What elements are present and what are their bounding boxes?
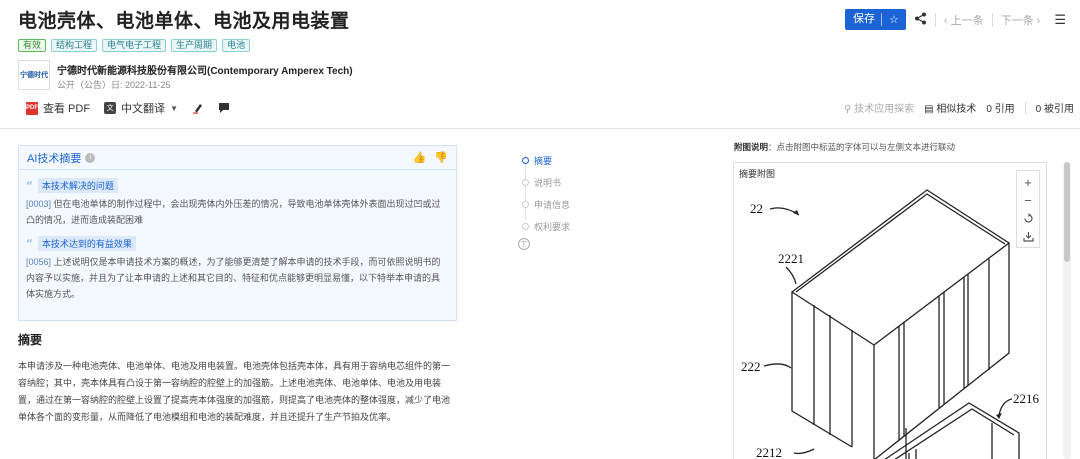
tag-item[interactable]: 电池 [222, 39, 251, 52]
ref-label-22[interactable]: 22 [750, 201, 763, 216]
company-logo: 宁德时代 [18, 60, 50, 90]
prev-button[interactable]: ‹ 上一条 [944, 12, 984, 28]
quote-icon: “ [26, 236, 33, 251]
problem-body: 但在电池单体的制作过程中，会出现壳体内外压差的情况，导致电池单体壳体外表面出现过… [26, 199, 441, 225]
next-label: 下一条 [1000, 14, 1034, 27]
share-icon[interactable] [914, 12, 927, 28]
effect-label: 本技术达到的有益效果 [37, 236, 136, 251]
toc-item-description[interactable]: 说明书 [522, 171, 570, 193]
tech-explore-label: 技术应用探索 [854, 104, 915, 115]
cited-count[interactable]: 0 引用 [986, 100, 1014, 115]
figure-scrollbar[interactable] [1063, 162, 1071, 459]
divider [991, 12, 993, 27]
explore-icon: ⚲ [843, 104, 852, 115]
ref-label-222[interactable]: 222 [741, 359, 761, 374]
rotate-icon[interactable] [1019, 210, 1037, 226]
document-actions: PDF 查看 PDF 文 中文翻译 ▼ [26, 100, 230, 116]
save-button[interactable]: 保存 ☆ [845, 9, 906, 30]
toc-dot [522, 156, 529, 164]
toc-label: 申请信息 [534, 199, 571, 210]
back-to-top-icon[interactable]: ⊤ [518, 238, 530, 250]
figure-desc-text: ：点击附图中标蓝的字体可以与左侧文本进行联动 [768, 142, 956, 152]
zoom-out-icon[interactable]: − [1019, 192, 1037, 208]
similar-tech-button[interactable]: ▤ 相似技术 [924, 100, 976, 115]
document-icon: ▤ [924, 104, 934, 115]
pdf-icon: PDF [26, 101, 38, 115]
chevron-right-icon: › [1033, 14, 1041, 27]
header-right-controls: 保存 ☆ ‹ 上一条 下一条 › ☰ [845, 9, 1066, 30]
company-name[interactable]: 宁德时代新能源科技股份有限公司(Contemporary Amperex Tec… [57, 62, 353, 77]
toc-item-abstract[interactable]: 摘要 [522, 149, 570, 171]
translate-icon: 文 [104, 102, 117, 114]
tag-status[interactable]: 有效 [18, 39, 47, 52]
ai-summary-panel: AI技术摘要 i 👍 👎 “ 本技术解决的问题 [0003] 但在电池单体的制作… [18, 145, 457, 321]
ref-label-2216[interactable]: 2216 [1013, 391, 1040, 406]
divider [1024, 100, 1026, 115]
ref-label-2221[interactable]: 2221 [778, 251, 804, 266]
tag-item[interactable]: 结构工程 [51, 39, 98, 52]
abstract-text: 本申请涉及一种电池壳体、电池单体、电池及用电装置。电池壳体包括壳本体，具有用于容… [18, 361, 451, 422]
related-actions: ⚲ 技术应用探索 ▤ 相似技术 0 引用 0 被引用 [844, 100, 1074, 115]
cited-by-count[interactable]: 0 被引用 [1036, 100, 1074, 115]
toc-dot [522, 178, 529, 186]
patent-drawing: 22 2221 222 2216 2212 [741, 189, 1040, 459]
toc-item-application-info[interactable]: 申请信息 [522, 193, 570, 215]
effect-text: [0056] 上述说明仅是本申请技术方案的概述，为了能够更清楚了解本申请的技术手… [26, 254, 446, 302]
similar-tech-label: 相似技术 [936, 104, 977, 115]
comment-icon[interactable] [218, 102, 230, 114]
zoom-in-icon[interactable]: + [1019, 174, 1037, 190]
toc-label: 权利要求 [534, 221, 571, 232]
star-icon[interactable]: ☆ [882, 13, 906, 26]
figure-label: 摘要附图 [739, 169, 776, 179]
feedback-controls: 👍 👎 [413, 151, 448, 164]
patent-title: 电池壳体、电池单体、电池及用电装置 [18, 11, 350, 32]
quote-icon: “ [26, 178, 33, 193]
tag-item[interactable]: 电气电子工程 [102, 39, 167, 52]
view-pdf-button[interactable]: PDF 查看 PDF [26, 100, 90, 116]
save-label: 保存 [845, 13, 882, 26]
list-menu-icon[interactable]: ☰ [1054, 12, 1066, 28]
highlighter-icon[interactable] [192, 102, 204, 114]
chevron-left-icon: ‹ [943, 14, 951, 27]
problem-text: [0003] 但在电池单体的制作过程中，会出现壳体内外压差的情况，导致电池单体壳… [26, 196, 446, 228]
publication-date: 公开（公告）日: 2022-11-25 [57, 80, 171, 90]
table-of-contents: 摘要 说明书 申请信息 权利要求 [522, 149, 570, 237]
effect-body: 上述说明仅是本申请技术方案的概述，为了能够更清楚了解本申请的技术手段，而可依照说… [26, 257, 441, 299]
figure-viewer[interactable]: 22 2221 222 2216 2212 摘要附图 + − [733, 162, 1047, 459]
thumbs-up-icon[interactable]: 👍 [413, 151, 427, 164]
ai-summary-body: “ 本技术解决的问题 [0003] 但在电池单体的制作过程中，会出现壳体内外压差… [19, 170, 456, 302]
header-divider [0, 128, 1080, 129]
info-icon[interactable]: i [85, 152, 96, 163]
translate-dropdown[interactable]: 文 中文翻译 ▼ [104, 100, 178, 116]
scrollbar-thumb[interactable] [1064, 162, 1070, 262]
problem-label: 本技术解决的问题 [37, 178, 118, 193]
toc-dot [522, 200, 529, 208]
caret-down-icon: ▼ [170, 103, 178, 113]
problem-ref[interactable]: [0003] [26, 199, 51, 209]
toc-label: 摘要 [534, 155, 553, 166]
divider [934, 12, 936, 27]
view-pdf-label: 查看 PDF [43, 103, 91, 115]
effect-heading: “ 本技术达到的有益效果 [26, 236, 446, 251]
zoom-toolbar: + − [1016, 170, 1040, 248]
effect-ref[interactable]: [0056] [26, 257, 51, 267]
translate-label: 中文翻译 [121, 103, 166, 115]
thumbs-down-icon[interactable]: 👎 [434, 151, 448, 164]
figure-description: 附图说明：点击附图中标蓝的字体可以与左侧文本进行联动 [734, 141, 955, 153]
ai-summary-title: AI技术摘要 [27, 152, 82, 165]
tag-list: 有效 结构工程 电气电子工程 生产周期 电池 [18, 39, 251, 52]
ref-label-2212[interactable]: 2212 [756, 445, 782, 459]
tech-explore-button[interactable]: ⚲ 技术应用探索 [844, 100, 914, 115]
prev-label: 上一条 [950, 14, 984, 27]
tag-item[interactable]: 生产周期 [171, 39, 218, 52]
ai-summary-header: AI技术摘要 i 👍 👎 [19, 146, 456, 170]
abstract-title: 摘要 [18, 333, 43, 347]
toc-label: 说明书 [534, 177, 562, 188]
figure-desc-bold: 附图说明 [734, 142, 769, 152]
problem-heading: “ 本技术解决的问题 [26, 178, 446, 193]
download-icon[interactable] [1019, 228, 1037, 244]
toc-item-claims[interactable]: 权利要求 [522, 215, 570, 237]
toc-dot [522, 222, 529, 230]
next-button[interactable]: 下一条 › [1001, 12, 1041, 28]
